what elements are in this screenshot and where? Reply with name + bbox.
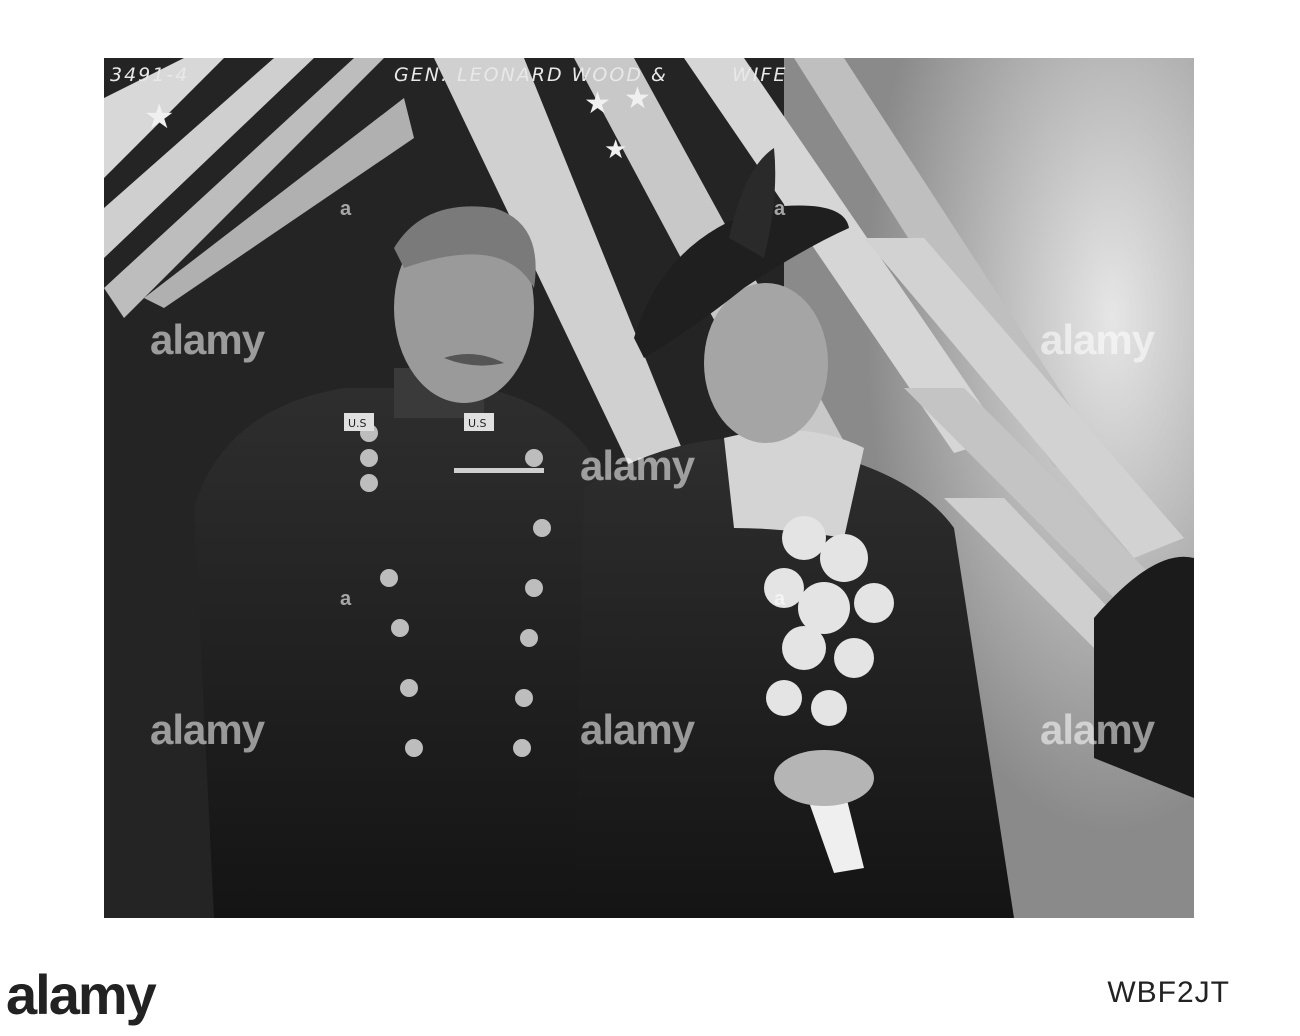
svg-text:★: ★ — [144, 97, 174, 137]
footer-bar: alamy WBF2JT — [0, 948, 1300, 1036]
watermark-mark: a — [774, 198, 786, 220]
collar-insignia-left: U.S — [348, 417, 367, 430]
wife-face — [704, 283, 828, 443]
watermark: alamy — [580, 706, 695, 753]
watermark-mark: a — [340, 198, 352, 220]
svg-text:★: ★ — [584, 86, 611, 121]
photo-caption-wife: WIFE — [732, 64, 788, 86]
watermark: alamy — [150, 316, 265, 363]
photograph: ★ ★ ★ ★ U.S U.S 3491-4 GEN. LEONARD WOOD… — [104, 58, 1194, 918]
watermark-mark: a — [774, 588, 786, 610]
svg-text:★: ★ — [604, 135, 627, 165]
watermark: alamy — [150, 706, 265, 753]
watermark: alamy — [580, 442, 695, 489]
watermark: alamy — [1040, 706, 1155, 753]
photo-caption-number: 3491-4 — [110, 64, 190, 86]
collar-insignia-right: U.S — [468, 417, 487, 430]
footer-image-id: WBF2JT — [1107, 976, 1230, 1009]
photo-caption-title: GEN. LEONARD WOOD & — [394, 64, 668, 86]
watermark: alamy — [1040, 316, 1155, 363]
medal-ribbon — [454, 468, 544, 473]
svg-text:★: ★ — [624, 81, 651, 116]
watermark-mark: a — [340, 588, 352, 610]
footer-logo: alamy — [6, 963, 157, 1026]
